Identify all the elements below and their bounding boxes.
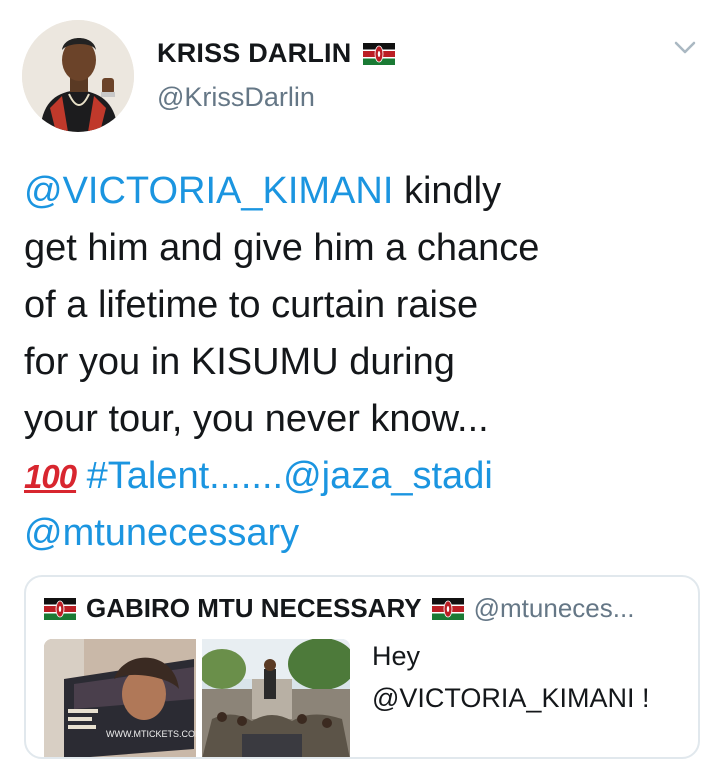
dots-text: ....... [209, 455, 284, 497]
quoted-text-line: Hey [372, 641, 421, 671]
avatar-image [22, 20, 134, 132]
quoted-media-photo[interactable] [202, 639, 350, 757]
tweet-line: 100 #Talent.......@jaza_stadi [24, 448, 704, 505]
tweet-text-segment: kindly [393, 170, 502, 212]
mention-link[interactable]: @VICTORIA_KIMANI [24, 170, 393, 212]
tweet-line: get him and give him a chance [24, 227, 540, 269]
tweet-line: @VICTORIA_KIMANI kindly [24, 163, 704, 220]
quoted-author-name[interactable]: GABIRO MTU NECESSARY [86, 593, 422, 624]
author-name-row[interactable]: KRISS DARLIN [157, 38, 396, 69]
author-avatar[interactable] [22, 20, 134, 132]
chevron-down-icon[interactable] [674, 40, 696, 56]
tweet-line: for you in KISUMU during [24, 341, 455, 383]
tweet-text: @VICTORIA_KIMANI kindly get him and give… [24, 163, 704, 562]
author-handle[interactable]: @KrissDarlin [157, 82, 315, 113]
kenya-flag-icon [431, 597, 464, 620]
hashtag-link[interactable]: #Talent [87, 455, 210, 497]
tweet-line: @mtunecessary [24, 505, 704, 562]
quoted-author-handle[interactable]: @mtuneces... [474, 593, 635, 624]
poster-caption: WWW.MTICKETS.COM [106, 729, 196, 739]
quoted-text-line: @VICTORIA_KIMANI ! [372, 683, 650, 713]
quoted-tweet-card[interactable]: GABIRO MTU NECESSARY @mtuneces... WWW.MT… [24, 575, 700, 759]
quoted-tweet-header: GABIRO MTU NECESSARY @mtuneces... [44, 593, 634, 624]
quoted-tweet-text: Hey @VICTORIA_KIMANI ! [372, 635, 692, 719]
author-name[interactable]: KRISS DARLIN [157, 38, 351, 69]
mention-link[interactable]: @jaza_stadi [283, 455, 493, 497]
tweet-line: of a lifetime to curtain raise [24, 284, 479, 326]
kenya-flag-icon [363, 42, 396, 65]
mention-link[interactable]: @mtunecessary [24, 512, 299, 554]
kenya-flag-icon [44, 597, 76, 620]
hundred-points-icon: 100 [24, 458, 77, 495]
quoted-media-poster[interactable]: WWW.MTICKETS.COM [44, 639, 196, 757]
tweet-line: your tour, you never know... [24, 398, 489, 440]
